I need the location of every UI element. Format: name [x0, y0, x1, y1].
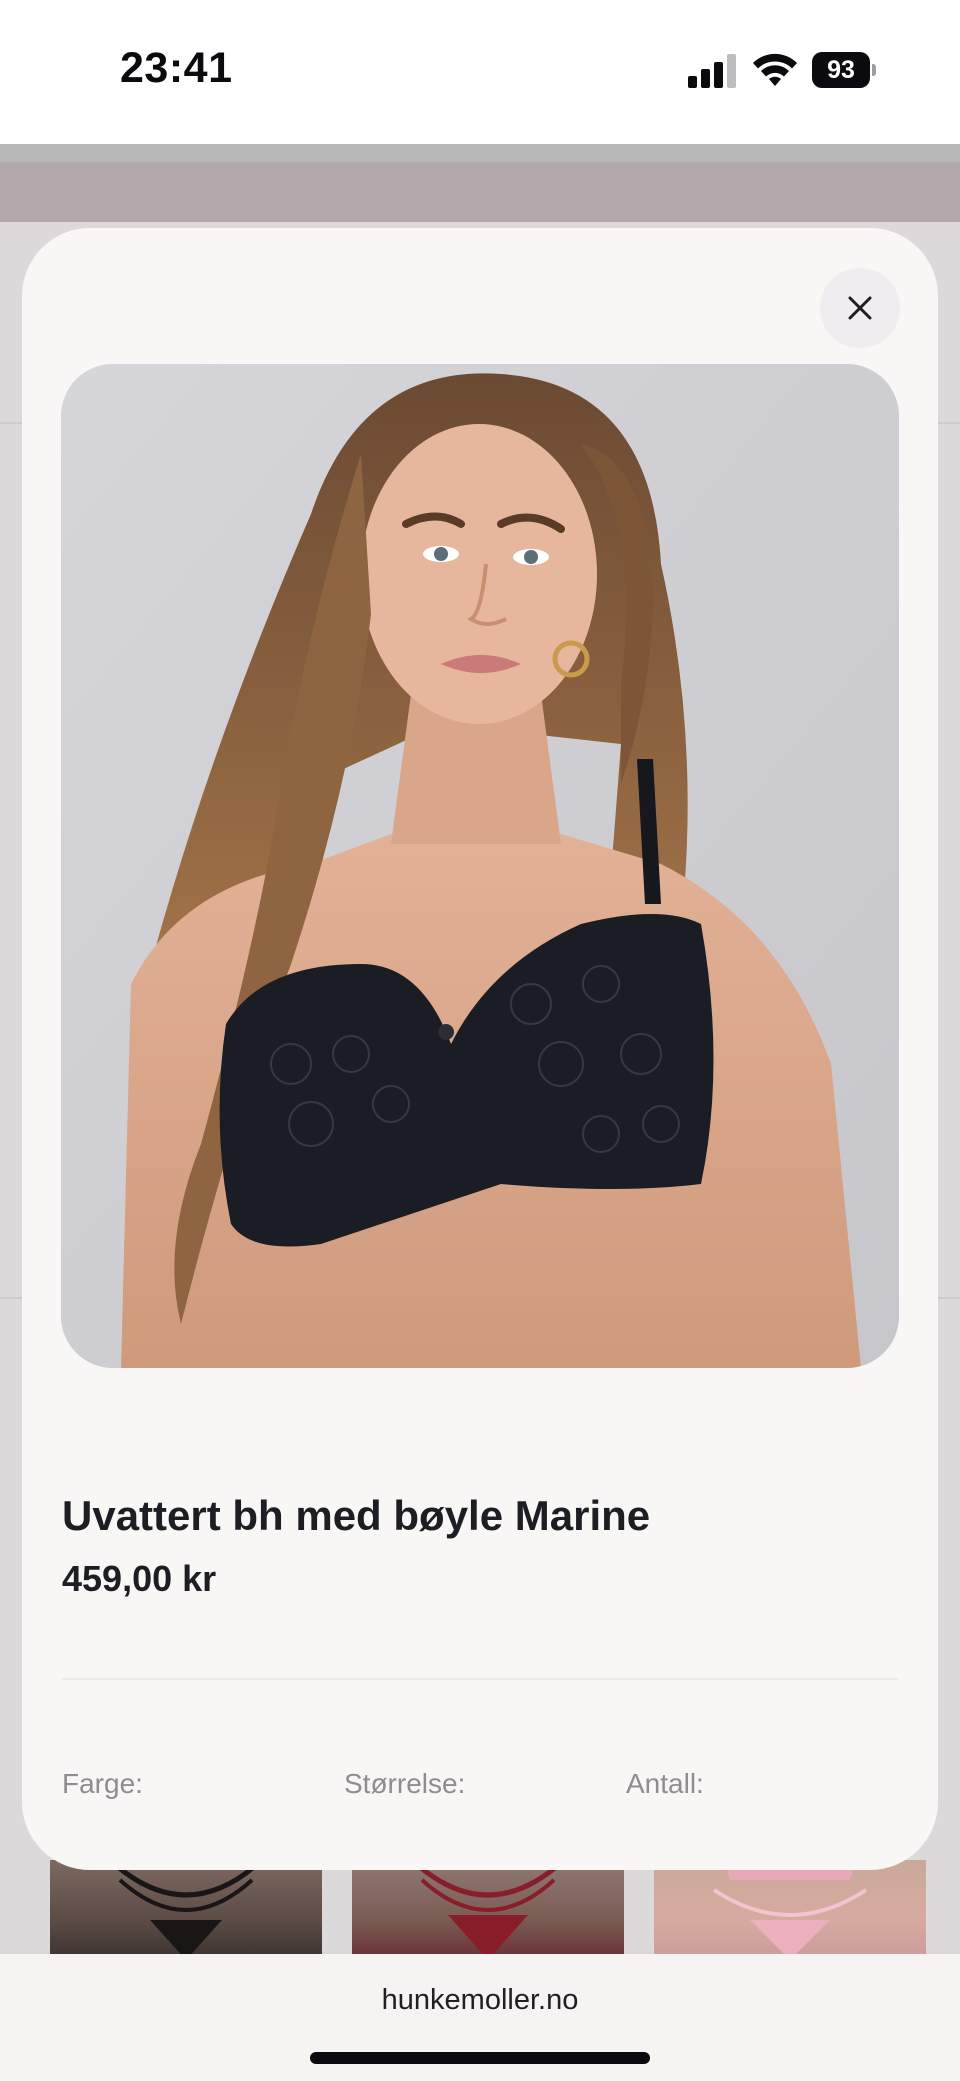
- wifi-icon: [753, 53, 797, 86]
- product-image[interactable]: [61, 364, 899, 1368]
- background-product-thumbnail: [50, 1860, 322, 1960]
- status-time: 23:41: [120, 44, 233, 92]
- product-quickview-modal: Uvattert bh med bøyle Marine 459,00 kr F…: [22, 228, 938, 1870]
- background-banner: [0, 162, 960, 222]
- battery-icon: 93: [812, 52, 876, 88]
- battery-level: 93: [812, 52, 870, 88]
- home-indicator[interactable]: [310, 2052, 650, 2064]
- address-url[interactable]: hunkemoller.no: [0, 1984, 960, 2017]
- browser-address-bar: hunkemoller.no: [0, 1954, 960, 2081]
- close-button[interactable]: [820, 268, 900, 348]
- size-label: Størrelse:: [344, 1768, 466, 1799]
- close-icon: [848, 296, 872, 320]
- product-photo: [61, 364, 899, 1368]
- divider: [62, 1678, 898, 1680]
- color-label: Farge:: [62, 1768, 143, 1799]
- product-title: Uvattert bh med bøyle Marine: [62, 1492, 651, 1539]
- quantity-label: Antall:: [626, 1768, 704, 1799]
- background-product-thumbnail: [654, 1860, 926, 1960]
- product-price: 459,00 kr: [62, 1558, 217, 1599]
- status-bar: 23:41 93: [0, 0, 960, 144]
- signal-icon: [688, 54, 736, 88]
- background-toolbar: [0, 144, 960, 162]
- background-product-thumbnail: [352, 1860, 624, 1960]
